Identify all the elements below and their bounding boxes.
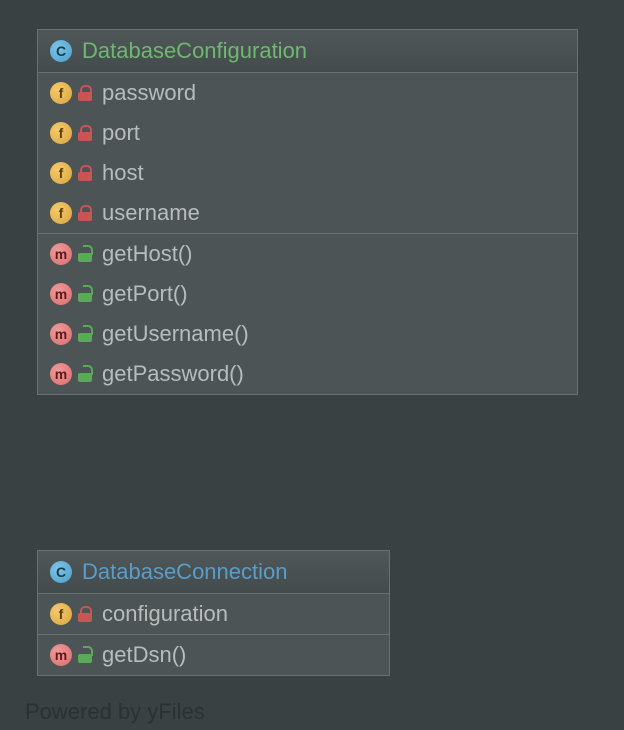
method-icon: m xyxy=(50,323,72,345)
field-name: password xyxy=(102,80,196,106)
field-name: configuration xyxy=(102,601,228,627)
field-row[interactable]: f host xyxy=(38,153,577,193)
field-icon: f xyxy=(50,162,72,184)
field-row[interactable]: f port xyxy=(38,113,577,153)
method-name: getPort() xyxy=(102,281,188,307)
class-icon: C xyxy=(50,40,72,62)
method-name: getPassword() xyxy=(102,361,244,387)
field-icon: f xyxy=(50,82,72,104)
method-name: getHost() xyxy=(102,241,192,267)
method-icon: m xyxy=(50,644,72,666)
class-name: DatabaseConfiguration xyxy=(82,38,307,64)
method-row[interactable]: m getDsn() xyxy=(38,635,389,675)
lock-closed-icon xyxy=(78,606,92,622)
field-name: host xyxy=(102,160,144,186)
field-row[interactable]: f username xyxy=(38,193,577,233)
class-box-database-connection[interactable]: C DatabaseConnection f configuration m getDsn… xyxy=(37,550,390,676)
method-name: getUsername() xyxy=(102,321,249,347)
lock-closed-icon xyxy=(78,125,92,141)
fields-section: f configuration xyxy=(38,594,389,635)
method-row[interactable]: m getPort() xyxy=(38,274,577,314)
field-icon: f xyxy=(50,202,72,224)
field-name: username xyxy=(102,200,200,226)
field-row[interactable]: f configuration xyxy=(38,594,389,634)
field-icon: f xyxy=(50,122,72,144)
method-name: getDsn() xyxy=(102,642,186,668)
watermark-text: Powered by yFiles xyxy=(25,699,205,725)
method-row[interactable]: m getHost() xyxy=(38,234,577,274)
method-icon: m xyxy=(50,283,72,305)
lock-open-icon xyxy=(78,246,92,262)
method-icon: m xyxy=(50,363,72,385)
fields-section: f password f port f host f username xyxy=(38,73,577,234)
lock-closed-icon xyxy=(78,85,92,101)
field-row[interactable]: f password xyxy=(38,73,577,113)
lock-open-icon xyxy=(78,647,92,663)
class-header[interactable]: C DatabaseConfiguration xyxy=(38,30,577,73)
lock-open-icon xyxy=(78,286,92,302)
lock-open-icon xyxy=(78,326,92,342)
lock-closed-icon xyxy=(78,165,92,181)
lock-closed-icon xyxy=(78,205,92,221)
class-icon: C xyxy=(50,561,72,583)
method-row[interactable]: m getUsername() xyxy=(38,314,577,354)
class-header[interactable]: C DatabaseConnection xyxy=(38,551,389,594)
field-icon: f xyxy=(50,603,72,625)
class-name: DatabaseConnection xyxy=(82,559,287,585)
methods-section: m getHost() m getPort() m getUsername() m getPa… xyxy=(38,234,577,394)
field-name: port xyxy=(102,120,140,146)
method-row[interactable]: m getPassword() xyxy=(38,354,577,394)
lock-open-icon xyxy=(78,366,92,382)
class-box-database-configuration[interactable]: C DatabaseConfiguration f password f port f hos… xyxy=(37,29,578,395)
method-icon: m xyxy=(50,243,72,265)
methods-section: m getDsn() xyxy=(38,635,389,675)
